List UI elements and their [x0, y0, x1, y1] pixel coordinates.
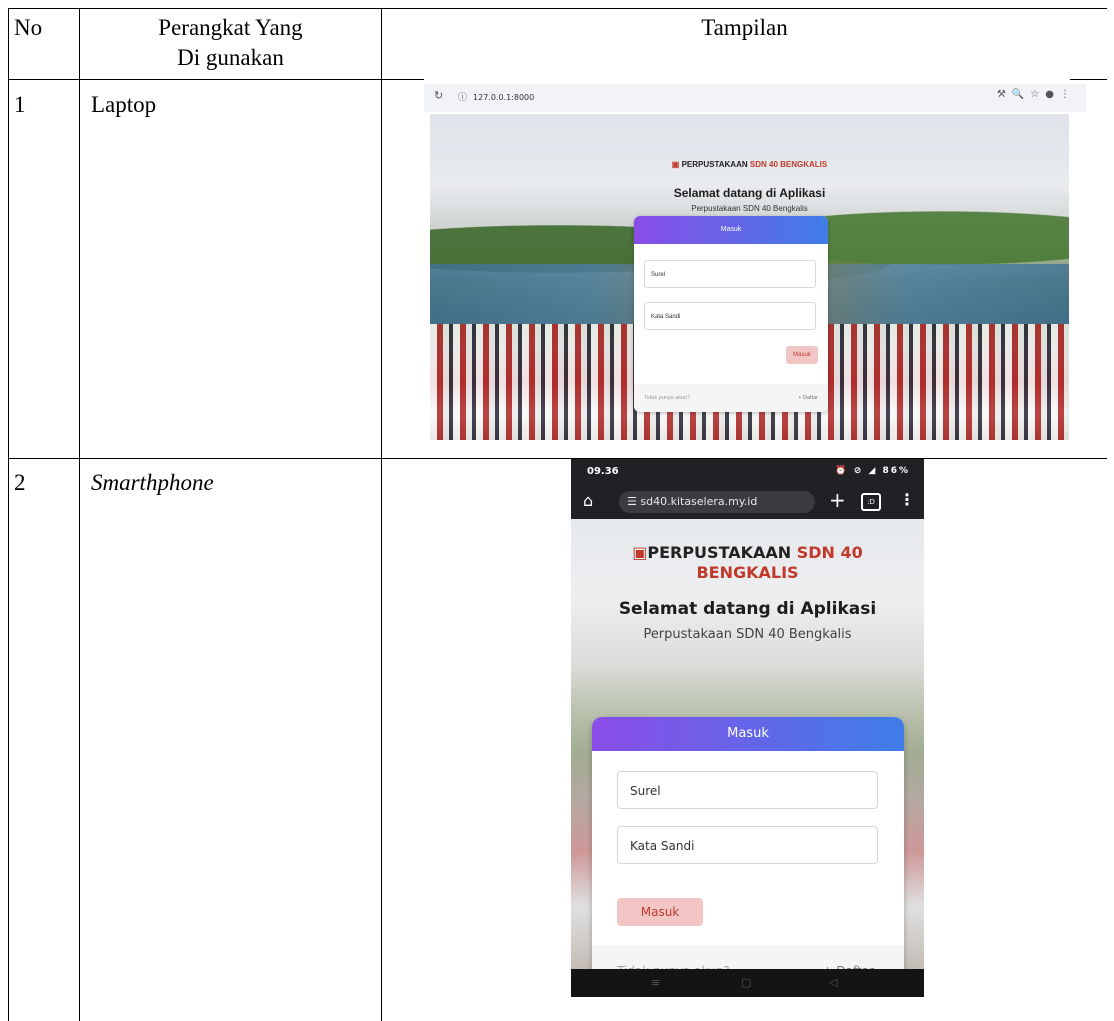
smartphone-screenshot: 09.36 ⏰ ⊘ ◢ 86% ⌂ ☰ sd40.kitaselera.my.i…: [571, 459, 924, 997]
login-button[interactable]: Masuk: [786, 346, 818, 364]
brand-prefix: PERPUSTAKAAN: [647, 543, 797, 562]
status-bar: 09.36 ⏰ ⊘ ◢ 86%: [571, 459, 924, 485]
welcome-title: Selamat datang di Aplikasi: [673, 186, 826, 200]
welcome-subtitle: Perpustakaan SDN 40 Bengkalis: [691, 204, 808, 213]
login-card-header: Masuk: [592, 717, 904, 751]
status-icons: ⏰ ⊘ ◢ 86%: [835, 466, 910, 476]
address-bar[interactable]: ☰ sd40.kitaselera.my.id: [619, 491, 815, 513]
table-border-top: [8, 8, 1107, 9]
no-account-text: Tidak punya akun?: [617, 945, 730, 969]
browser-action-icons[interactable]: ⚒🔍☆●⋮: [997, 89, 1076, 100]
brand-accent-1: SDN 40: [796, 543, 863, 562]
column-divider-2: [381, 8, 382, 1021]
row-2-device: Smarthphone: [91, 470, 214, 495]
password-field[interactable]: Kata Sandi: [617, 826, 878, 864]
login-card: Masuk Surel Kata Sandi Masuk Tidak punya…: [592, 717, 904, 969]
brand-accent-2: BENGKALIS: [696, 563, 799, 582]
browser-toolbar: ⌂ ☰ sd40.kitaselera.my.id + :D ⋮: [571, 485, 924, 519]
home-icon[interactable]: ⌂: [583, 491, 593, 510]
laptop-screenshot: ↻ ⓘ 127.0.0.1:8000 ⚒🔍☆●⋮ ▣ PERPUSTAKAAN S…: [424, 84, 1086, 442]
book-icon: ▣: [632, 543, 648, 562]
book-icon: ▣: [671, 160, 680, 169]
brand-logo: ▣PERPUSTAKAAN SDN 40 BENGKALIS: [571, 543, 924, 583]
register-link[interactable]: + Daftar: [823, 945, 874, 969]
row-1-device: Laptop: [91, 92, 157, 117]
email-field[interactable]: Surel: [617, 771, 878, 809]
row-divider: [8, 458, 1107, 459]
login-card-footer: Tidak punya akun? + Daftar: [592, 945, 904, 969]
register-link[interactable]: + Daftar: [798, 384, 818, 412]
login-card-header: Masuk: [634, 216, 828, 244]
reload-icon[interactable]: ↻: [434, 89, 443, 102]
address-text: sd40.kitaselera.my.id: [640, 495, 758, 508]
login-card: Masuk Surel Kata Sandi Masuk Tidak punya…: [634, 216, 828, 412]
hero-background: ▣ PERPUSTAKAAN SDN 40 BENGKALIS Selamat …: [430, 114, 1069, 440]
email-field[interactable]: Surel: [644, 260, 816, 288]
welcome-subtitle: Perpustakaan SDN 40 Bengkalis: [643, 627, 852, 642]
no-account-text: Tidak punya akun?: [644, 395, 691, 401]
header-device-line1: Perangkat Yang: [158, 15, 303, 40]
browser-toolbar: ↻ ⓘ 127.0.0.1:8000 ⚒🔍☆●⋮: [424, 84, 1086, 112]
header-divider: [8, 79, 424, 80]
recent-apps-icon[interactable]: ≡: [651, 976, 660, 989]
column-divider-1: [79, 8, 80, 1021]
header-no: No: [14, 15, 43, 40]
address-text: 127.0.0.1:8000: [473, 93, 535, 102]
row-2-no: 2: [14, 470, 26, 495]
login-card-footer: Tidak punya akun? + Daftar: [634, 384, 828, 412]
tabs-icon[interactable]: :D: [861, 493, 881, 511]
home-button-icon[interactable]: ▢: [741, 976, 751, 989]
back-icon[interactable]: ◁: [829, 976, 837, 989]
header-display: Tampilan: [701, 15, 788, 40]
password-field[interactable]: Kata Sandi: [644, 302, 816, 330]
brand-logo: ▣ PERPUSTAKAAN SDN 40 BENGKALIS: [430, 160, 1069, 169]
header-device-line2: Di gunakan: [177, 45, 284, 70]
table-border-left: [8, 8, 9, 1021]
address-bar[interactable]: ⓘ 127.0.0.1:8000: [452, 88, 1062, 108]
site-info-icon[interactable]: ⓘ: [458, 88, 467, 108]
brand-prefix: PERPUSTAKAAN: [681, 160, 750, 169]
brand-accent: SDN 40 BENGKALIS: [749, 160, 828, 169]
row-1-no: 1: [14, 92, 26, 117]
status-time: 09.36: [587, 466, 619, 477]
more-menu-icon[interactable]: ⋮: [899, 490, 915, 509]
welcome-title: Selamat datang di Aplikasi: [618, 599, 877, 619]
login-button[interactable]: Masuk: [617, 898, 703, 926]
site-settings-icon[interactable]: ☰: [627, 495, 637, 508]
battery-level: 86%: [882, 466, 910, 476]
header-divider-right: [1070, 79, 1107, 80]
hero-background: ▣PERPUSTAKAAN SDN 40 BENGKALIS Selamat d…: [571, 519, 924, 969]
new-tab-icon[interactable]: +: [829, 488, 846, 512]
android-nav-bar: ≡ ▢ ◁: [571, 969, 924, 997]
